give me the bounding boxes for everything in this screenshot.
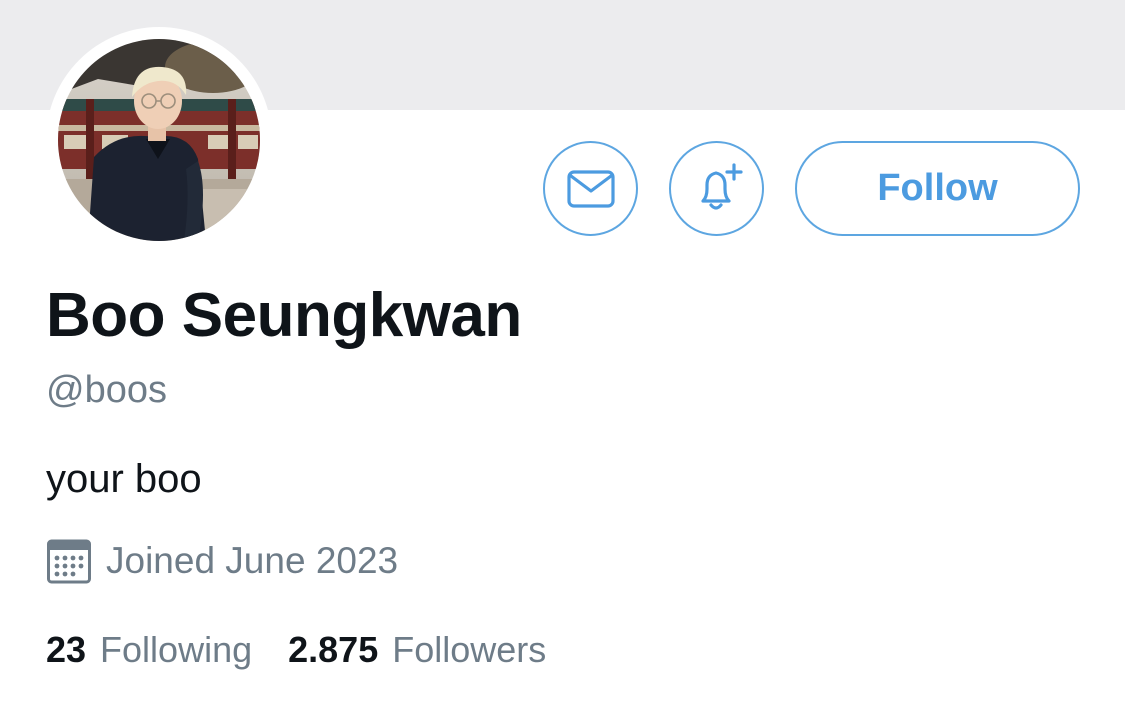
follow-button-label: Follow xyxy=(877,167,998,209)
followers-label: Followers xyxy=(392,629,547,670)
joined-date: Joined June 2023 xyxy=(106,540,399,581)
following-count: 23 xyxy=(46,629,87,670)
following-link[interactable]: 23 Following xyxy=(46,624,252,676)
followers-count: 2.875 xyxy=(288,629,379,670)
joined-date-row: Joined June 2023 xyxy=(46,533,398,589)
followers-link[interactable]: 2.875 Followers xyxy=(288,624,546,676)
avatar[interactable] xyxy=(58,39,260,241)
display-name: Boo Seungkwan xyxy=(46,281,522,350)
profile-page: Follow Boo Seungkwan @boos your boo Join… xyxy=(0,0,1125,725)
user-handle: @boos xyxy=(46,369,167,411)
follow-button[interactable]: Follow xyxy=(795,141,1080,236)
calendar-icon xyxy=(47,539,91,584)
avatar-image xyxy=(58,39,260,241)
envelope-icon xyxy=(566,169,615,208)
following-label: Following xyxy=(100,629,253,670)
profile-stats: 23 Following 2.875 Followers xyxy=(46,624,546,676)
bell-plus-icon xyxy=(700,162,743,210)
message-button[interactable] xyxy=(543,141,638,236)
notifications-button[interactable] xyxy=(669,141,764,236)
profile-bio: your boo xyxy=(46,457,202,501)
